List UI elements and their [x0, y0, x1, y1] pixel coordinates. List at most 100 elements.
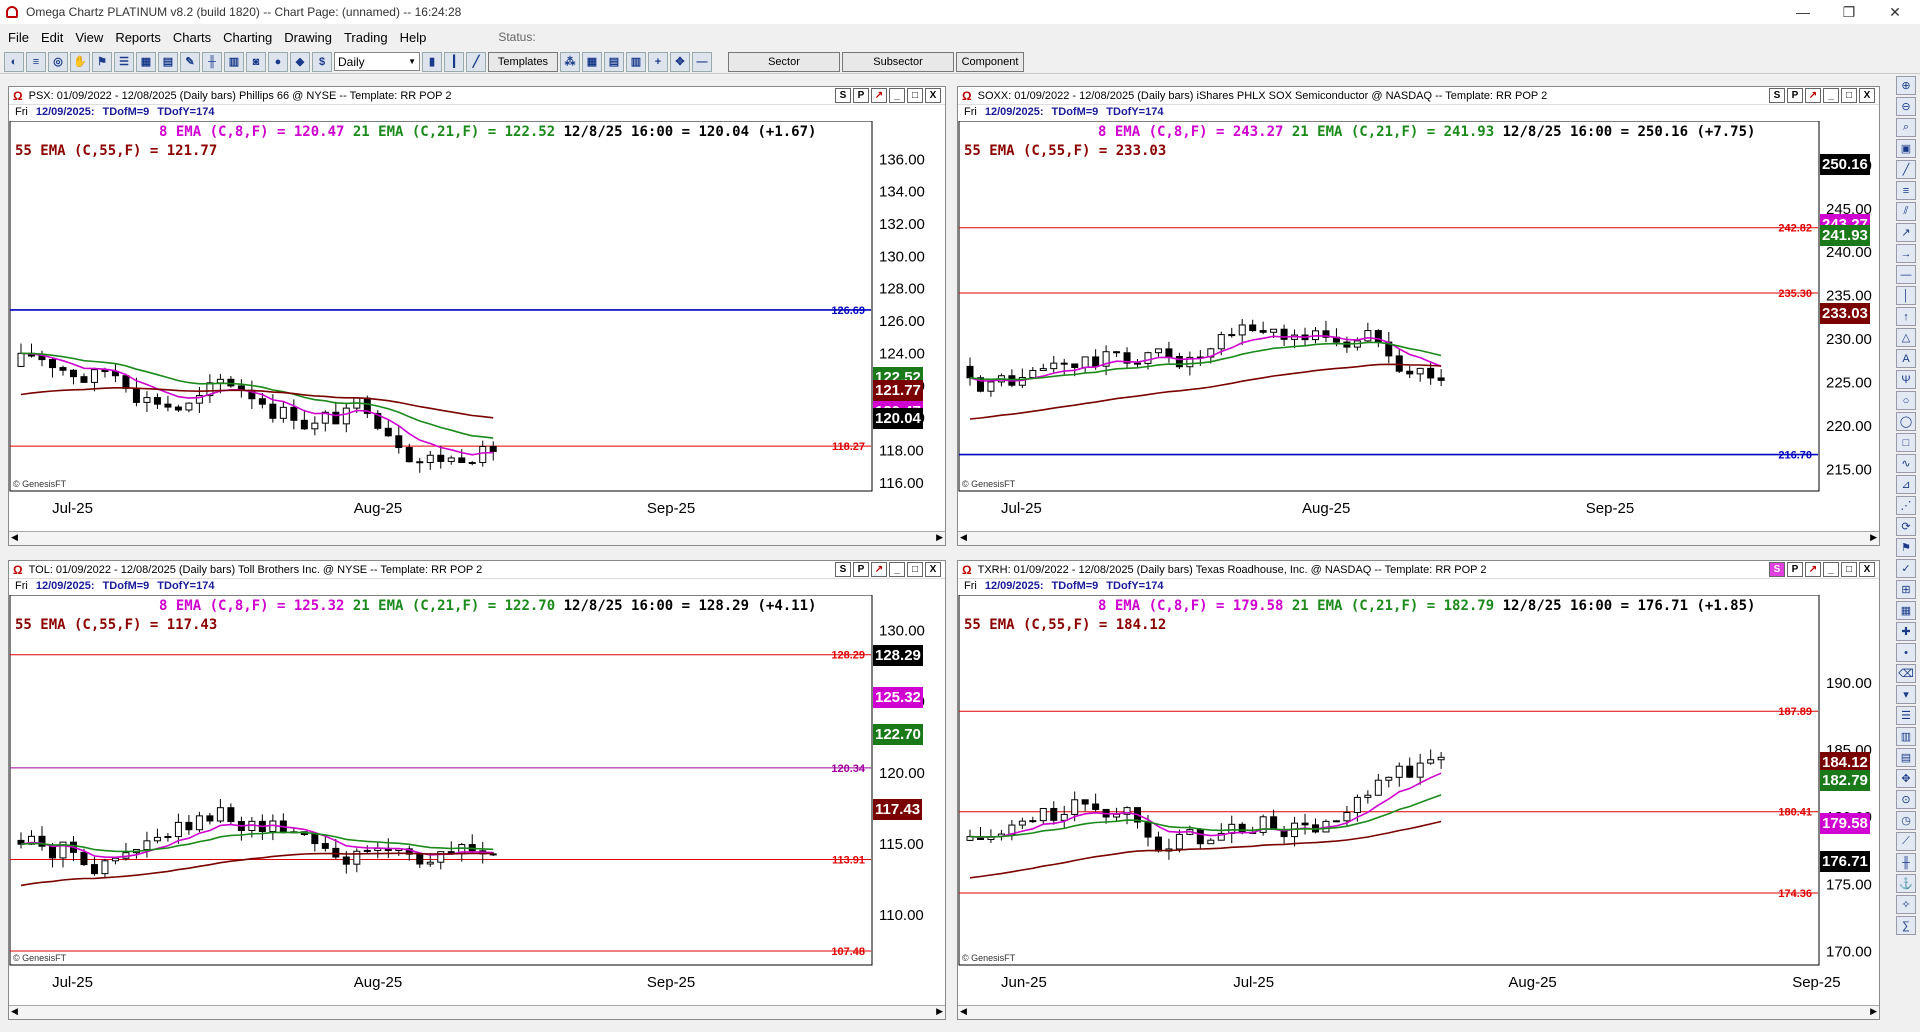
dash-icon[interactable]: —: [692, 51, 712, 72]
horizontal-scrollbar[interactable]: ◀ ▶: [958, 531, 1879, 545]
dollar-icon[interactable]: $: [312, 51, 332, 72]
chart-panel-psx[interactable]: Ω PSX: 01/09/2022 - 12/08/2025 (Daily bar…: [8, 86, 946, 546]
ray-icon[interactable]: →: [1896, 244, 1916, 263]
list-icon[interactable]: ▤: [1896, 748, 1916, 767]
erase-icon[interactable]: ⌫: [1896, 664, 1916, 683]
pitchfork-icon[interactable]: Ψ: [1896, 370, 1916, 389]
cycle-icon[interactable]: ⟳: [1896, 517, 1916, 536]
sig-icon[interactable]: ∑: [1896, 916, 1916, 935]
menu-help[interactable]: Help: [400, 30, 427, 45]
ladder-icon[interactable]: ╫: [202, 51, 222, 72]
move-icon[interactable]: ✥: [670, 51, 690, 72]
scan-icon[interactable]: ◎: [48, 51, 68, 72]
s-button[interactable]: S: [1769, 88, 1785, 103]
scroll-left-icon[interactable]: ◀: [960, 1006, 967, 1017]
scroll-right-icon[interactable]: ▶: [1870, 532, 1877, 543]
restore-icon[interactable]: ❐: [1826, 0, 1872, 24]
down-icon[interactable]: ▾: [1896, 685, 1916, 704]
book-icon[interactable]: ▥: [224, 51, 244, 72]
scroll-left-icon[interactable]: ◀: [11, 532, 18, 543]
chart-panel-soxx[interactable]: Ω SOXX: 01/09/2022 - 12/08/2025 (Daily ba…: [957, 86, 1880, 546]
horizontal-scrollbar[interactable]: ◀ ▶: [9, 1005, 945, 1019]
templates-button[interactable]: Templates: [488, 51, 558, 72]
popout-button[interactable]: ↗: [1805, 562, 1821, 577]
s-button[interactable]: S: [835, 88, 851, 103]
price-chart[interactable]: 126.69 118.27 136.00 134.00 132.00 130.00 128.…: [9, 121, 945, 531]
line-chart-icon[interactable]: ╱: [466, 51, 486, 72]
s-button[interactable]: S: [1769, 562, 1785, 577]
close-button[interactable]: X: [1859, 88, 1875, 103]
mark-icon[interactable]: ✓: [1896, 559, 1916, 578]
portfolio-icon[interactable]: ▤: [158, 51, 178, 72]
price-chart[interactable]: 128.29120.34113.91107.48130.00125.00120.…: [9, 595, 945, 1005]
diag-icon[interactable]: ⟋: [1896, 832, 1916, 851]
close-icon[interactable]: ✕: [1872, 0, 1918, 24]
plus-icon[interactable]: +: [648, 51, 668, 72]
stack-icon[interactable]: ☰: [1896, 706, 1916, 725]
channel-icon[interactable]: ⫽: [1896, 202, 1916, 221]
gann-icon[interactable]: ⊿: [1896, 475, 1916, 494]
interval-select[interactable]: Daily ▼: [334, 52, 420, 71]
vline-icon[interactable]: │: [1896, 286, 1916, 305]
zoom-in-icon[interactable]: ⊕: [1896, 76, 1916, 95]
grid-icon[interactable]: ▦: [1896, 601, 1916, 620]
price-chart[interactable]: 187.89180.41174.36190.00185.00180.00175.…: [958, 595, 1879, 1005]
component-button[interactable]: Component: [956, 51, 1024, 72]
wave-icon[interactable]: ∿: [1896, 454, 1916, 473]
zoom-out-icon[interactable]: ⊖: [1896, 97, 1916, 116]
scroll-right-icon[interactable]: ▶: [936, 532, 943, 543]
maximize-button[interactable]: □: [1841, 88, 1857, 103]
pencil-icon[interactable]: ✎: [180, 51, 200, 72]
popout-button[interactable]: ↗: [1805, 88, 1821, 103]
minimize-button[interactable]: _: [1823, 562, 1839, 577]
trend-icon[interactable]: ↗: [1896, 223, 1916, 242]
list-icon[interactable]: ☰: [114, 51, 134, 72]
bar-chart-icon[interactable]: ▮: [422, 51, 442, 72]
chart-panel-tol[interactable]: Ω TOL: 01/09/2022 - 12/08/2025 (Daily bar…: [8, 560, 946, 1020]
minimize-button[interactable]: _: [1823, 88, 1839, 103]
box-icon[interactable]: □: [1896, 433, 1916, 452]
menu-edit[interactable]: Edit: [41, 30, 63, 45]
ellipse-icon[interactable]: ◯: [1896, 412, 1916, 431]
popout-button[interactable]: ↗: [871, 562, 887, 577]
menu-charting[interactable]: Charting: [223, 30, 272, 45]
maximize-button[interactable]: □: [907, 562, 923, 577]
horizontal-scrollbar[interactable]: ◀ ▶: [958, 1005, 1879, 1019]
compare-icon[interactable]: ▦: [582, 51, 602, 72]
search-icon[interactable]: ⌕: [1896, 118, 1916, 137]
traffic-light-icon[interactable]: ≡: [26, 51, 46, 72]
p-button[interactable]: P: [1787, 562, 1803, 577]
candle-icon[interactable]: ┃: [444, 51, 464, 72]
p-button[interactable]: P: [853, 562, 869, 577]
minimize-button[interactable]: _: [889, 562, 905, 577]
record-icon[interactable]: ●: [268, 51, 288, 72]
p-button[interactable]: P: [1787, 88, 1803, 103]
menu-view[interactable]: View: [75, 30, 103, 45]
scroll-left-icon[interactable]: ◀: [11, 1006, 18, 1017]
close-button[interactable]: X: [1859, 562, 1875, 577]
s-button[interactable]: S: [835, 562, 851, 577]
compass-icon[interactable]: ✧: [1896, 895, 1916, 914]
cross-icon[interactable]: ✚: [1896, 622, 1916, 641]
triangle-icon[interactable]: △: [1896, 328, 1916, 347]
flag-icon[interactable]: ⚑: [92, 51, 112, 72]
menu-file[interactable]: File: [8, 30, 29, 45]
close-button[interactable]: X: [925, 88, 941, 103]
text-icon[interactable]: A: [1896, 349, 1916, 368]
ladder-icon[interactable]: ╫: [1896, 853, 1916, 872]
window-icon[interactable]: ▣: [1896, 139, 1916, 158]
hline-icon[interactable]: —: [1896, 265, 1916, 284]
pin-icon[interactable]: ⊙: [1896, 790, 1916, 809]
dot-icon[interactable]: •: [1896, 643, 1916, 662]
menu-reports[interactable]: Reports: [115, 30, 161, 45]
popout-button[interactable]: ↗: [871, 88, 887, 103]
subsector-button[interactable]: Subsector: [842, 51, 954, 72]
scroll-left-icon[interactable]: ◀: [960, 532, 967, 543]
p-button[interactable]: P: [853, 88, 869, 103]
circle-icon[interactable]: ○: [1896, 391, 1916, 410]
network-icon[interactable]: ⁂: [560, 51, 580, 72]
close-button[interactable]: X: [925, 562, 941, 577]
minimize-icon[interactable]: —: [1780, 0, 1826, 24]
maximize-button[interactable]: □: [907, 88, 923, 103]
camera-icon[interactable]: ◙: [246, 51, 266, 72]
